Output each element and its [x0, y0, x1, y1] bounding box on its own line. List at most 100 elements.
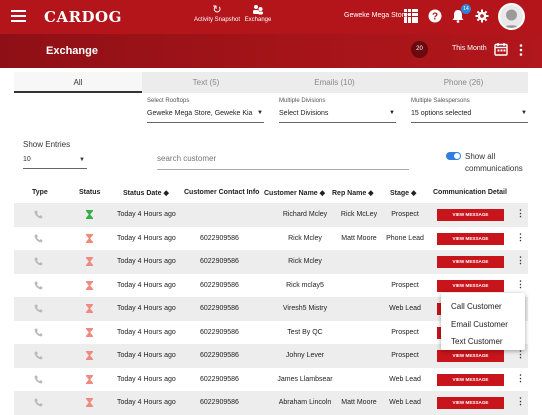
status-hourglass-icon	[86, 297, 93, 321]
rep-name	[334, 250, 384, 274]
chevron-down-icon: ▼	[521, 110, 527, 116]
table-row[interactable]: Today 4 Hours ago 6022909586 James Llambse…	[14, 368, 528, 392]
header-customer-name[interactable]: Customer Name ◆	[264, 189, 325, 197]
tab-all[interactable]: All	[14, 72, 142, 93]
header-contact-info: Customer Contact Info	[184, 189, 260, 196]
divisions-label: Multiple Divisions	[279, 98, 326, 104]
show-all-toggle[interactable]	[446, 152, 461, 160]
view-message-button[interactable]: VIEW MESSAGE	[437, 350, 504, 362]
contact-info: 6022909586	[200, 234, 239, 242]
stage: Prospect	[391, 281, 419, 289]
chevron-down-icon: ▼	[79, 157, 85, 163]
contact-info: 6022909586	[200, 258, 239, 266]
status-date: Today 4 Hours ago	[117, 211, 176, 219]
status-date: Today 4 Hours ago	[117, 399, 176, 407]
more-vert-icon[interactable]: ⋮	[516, 349, 525, 360]
view-message-button[interactable]: VIEW MESSAGE	[437, 209, 504, 221]
tab-emails[interactable]: Emails (10)	[270, 72, 399, 93]
page-title: Exchange	[46, 45, 98, 57]
status-date: Today 4 Hours ago	[117, 281, 176, 289]
refresh-icon: ↻	[212, 4, 222, 16]
logo[interactable]: CARDOG	[44, 8, 122, 26]
salespersons-label: Multiple Salespersons	[411, 98, 470, 104]
chevron-down-icon: ▼	[257, 110, 263, 116]
status-date: Today 4 Hours ago	[117, 305, 176, 313]
stage: Web Lead	[389, 399, 421, 407]
tab-text[interactable]: Text (5)	[142, 72, 270, 93]
avatar[interactable]	[498, 3, 525, 30]
header-status-date[interactable]: Status Date ◆	[123, 189, 169, 197]
more-vert-icon[interactable]: ⋮	[516, 279, 525, 290]
count-badge: 20	[411, 41, 428, 58]
view-message-button[interactable]: VIEW MESSAGE	[437, 397, 504, 409]
phone-icon	[34, 321, 43, 345]
rooftops-select[interactable]: Geweke Mega Store, Geweke Kia ▼	[147, 110, 264, 123]
call-customer-item[interactable]: Call Customer	[441, 298, 525, 316]
header-communication-detail: Communication Detail	[433, 189, 507, 196]
header-stage[interactable]: Stage ◆	[390, 189, 416, 197]
view-message-button[interactable]: VIEW MESSAGE	[437, 232, 504, 245]
more-vert-icon[interactable]	[518, 43, 524, 57]
header-rep-name[interactable]: Rep Name ◆	[332, 189, 374, 197]
table-row[interactable]: Today 4 Hours ago 6022909586 Rick Mcley VIE…	[14, 250, 528, 274]
phone-icon	[34, 368, 43, 392]
contact-info: 6022909586	[200, 375, 239, 383]
hamburger-menu-icon[interactable]	[11, 10, 26, 22]
header-type: Type	[32, 189, 48, 196]
salespersons-select[interactable]: 15 options selected ▼	[411, 110, 528, 123]
stage: Prospect	[391, 352, 419, 360]
gear-icon[interactable]	[475, 9, 489, 23]
status-date: Today 4 Hours ago	[117, 234, 176, 242]
phone-icon	[34, 297, 43, 321]
nav-activity-snapshot[interactable]: ↻ Activity Snapshot	[192, 3, 242, 23]
status-hourglass-icon	[86, 227, 93, 251]
rep-name	[334, 344, 384, 368]
view-message-button[interactable]: VIEW MESSAGE	[437, 373, 504, 386]
view-message-button[interactable]: VIEW MESSAGE	[437, 256, 504, 268]
stage: Phone Lead	[386, 234, 424, 242]
stage: Web Lead	[389, 305, 421, 313]
stage: Web Lead	[389, 375, 421, 383]
phone-icon	[34, 250, 43, 274]
rep-name: Matt Moore	[341, 234, 377, 242]
help-icon[interactable]: ?	[428, 9, 442, 23]
nav-exchange[interactable]: Exchange	[242, 3, 274, 23]
phone-icon	[34, 391, 43, 415]
status-hourglass-icon	[86, 274, 93, 298]
store-name[interactable]: Geweke Mega Store	[344, 12, 408, 19]
tab-bar: All Text (5) Emails (10) Phone (26)	[14, 72, 528, 93]
email-customer-item[interactable]: Email Customer	[441, 316, 525, 334]
more-vert-icon[interactable]: ⋮	[516, 373, 525, 384]
tab-phone[interactable]: Phone (26)	[399, 72, 528, 93]
contact-info: 6022909586	[200, 352, 239, 360]
rep-name	[334, 368, 384, 392]
table-row[interactable]: Today 4 Hours ago Richard Mcley Rick McLey…	[14, 203, 528, 227]
phone-icon	[34, 203, 43, 227]
table-row[interactable]: Today 4 Hours ago 6022909586 Abraham Linco…	[14, 391, 528, 415]
grid-icon[interactable]	[404, 9, 418, 23]
divisions-select[interactable]: Select Divisions ▼	[279, 110, 396, 123]
top-bar: CARDOG ↻ Activity Snapshot Exchange Gewe…	[0, 0, 542, 34]
more-vert-icon[interactable]: ⋮	[516, 255, 525, 266]
calendar-icon[interactable]	[494, 42, 508, 56]
entries-value: 10	[23, 156, 31, 163]
table-row[interactable]: Today 4 Hours ago 6022909586 Rick Mcley Mat…	[14, 227, 528, 251]
period-selector[interactable]: This Month	[452, 45, 487, 52]
rep-name: Matt Moore	[341, 399, 377, 407]
contact-info: 6022909586	[200, 281, 239, 289]
status-hourglass-icon	[86, 391, 93, 415]
status-date: Today 4 Hours ago	[117, 258, 176, 266]
view-message-button[interactable]: VIEW MESSAGE	[437, 279, 504, 292]
status-date: Today 4 Hours ago	[117, 328, 176, 336]
show-all-label: Show all communications	[465, 152, 523, 173]
search-input[interactable]: search customer	[157, 154, 409, 170]
more-vert-icon[interactable]: ⋮	[516, 396, 525, 407]
status-hourglass-icon	[86, 203, 93, 227]
status-hourglass-icon	[86, 250, 93, 274]
salespersons-value: 15 options selected	[411, 110, 472, 117]
more-vert-icon[interactable]: ⋮	[516, 208, 525, 219]
header-status: Status	[79, 189, 101, 196]
text-customer-item[interactable]: Text Customer	[441, 333, 525, 351]
more-vert-icon[interactable]: ⋮	[516, 232, 525, 243]
entries-select[interactable]: 10 ▼	[23, 156, 87, 169]
